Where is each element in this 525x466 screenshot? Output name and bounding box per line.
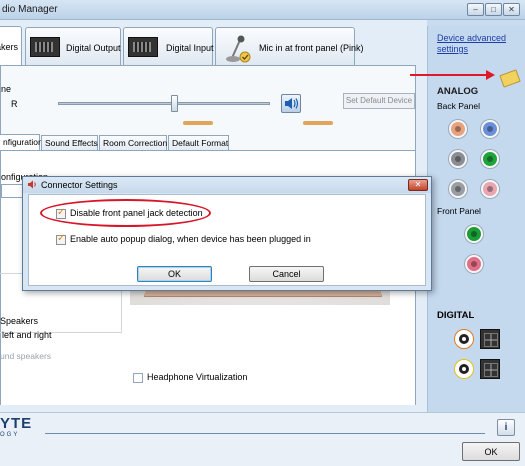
tab-digital-output-label: Digital Output bbox=[66, 43, 121, 53]
surround-speakers-option[interactable]: und speakers bbox=[0, 351, 51, 361]
front-jack-green[interactable] bbox=[465, 225, 483, 243]
optical-input-port[interactable] bbox=[480, 359, 500, 379]
subtab-sound-effects[interactable]: Sound Effects bbox=[41, 135, 98, 150]
info-button[interactable]: i bbox=[497, 419, 515, 436]
disable-front-panel-jack-detection-label: Disable front panel jack detection bbox=[70, 208, 203, 218]
dialog-ok-button[interactable]: OK bbox=[137, 266, 212, 282]
disable-front-panel-jack-detection-checkbox[interactable] bbox=[56, 207, 66, 219]
back-jack-green[interactable] bbox=[481, 150, 499, 168]
analog-heading: ANALOG bbox=[437, 86, 479, 97]
tab-digital-input-label: Digital Input bbox=[166, 43, 214, 53]
digital-input-icon bbox=[128, 37, 158, 57]
tab-digital-input[interactable]: Digital Input bbox=[123, 27, 214, 65]
connector-settings-dialog: Connector Settings ✕ Disable front panel… bbox=[22, 176, 432, 291]
annotation-arrow-line bbox=[410, 74, 488, 76]
optical-output-port[interactable] bbox=[480, 329, 500, 349]
subtab-room-correction[interactable]: Room Correction bbox=[99, 135, 167, 150]
back-jack-grey[interactable] bbox=[449, 150, 467, 168]
left-right-option[interactable]: left and right bbox=[2, 330, 52, 340]
connector-settings-folder-icon[interactable] bbox=[499, 69, 521, 88]
headphone-virtualization-checkbox[interactable] bbox=[133, 373, 143, 383]
digital-output-icon bbox=[30, 37, 60, 57]
dialog-cancel-button[interactable]: Cancel bbox=[249, 266, 324, 282]
back-jack-pink[interactable] bbox=[481, 180, 499, 198]
tab-speakers[interactable]: akers bbox=[0, 26, 22, 66]
annotation-arrow-head bbox=[486, 70, 495, 80]
coaxial-output-jack[interactable] bbox=[454, 329, 474, 349]
speaker-mute-button[interactable] bbox=[281, 94, 301, 113]
front-left-speaker-icon[interactable] bbox=[183, 121, 213, 125]
tab-mic-front-panel[interactable]: Mic in at front panel (Pink) bbox=[215, 27, 364, 65]
tab-digital-output[interactable]: Digital Output bbox=[25, 27, 121, 65]
set-default-device-button[interactable]: Set Default Device bbox=[343, 93, 415, 109]
front-panel-label: Front Panel bbox=[437, 206, 481, 216]
speaker-icon bbox=[285, 98, 299, 109]
close-button[interactable]: ✕ bbox=[503, 3, 520, 16]
digital-heading: DIGITAL bbox=[437, 310, 475, 321]
maximize-button[interactable]: □ bbox=[485, 3, 502, 16]
enable-auto-popup-label: Enable auto popup dialog, when device ha… bbox=[70, 234, 311, 244]
front-right-speaker-icon[interactable] bbox=[303, 121, 333, 125]
connector-side-panel: Device advanced settings ANALOG Back Pan… bbox=[427, 26, 525, 412]
dialog-close-button[interactable]: ✕ bbox=[408, 179, 428, 191]
subtab-default-format[interactable]: Default Format bbox=[168, 135, 229, 150]
dialog-title-bar[interactable]: Connector Settings ✕ bbox=[23, 177, 431, 193]
brand-logo-subtitle: OGY bbox=[0, 432, 20, 438]
dialog-speaker-icon bbox=[28, 180, 36, 189]
volume-slider-thumb[interactable] bbox=[171, 95, 179, 112]
speakers-group-title: Speakers bbox=[0, 316, 39, 326]
back-jack-peach[interactable] bbox=[449, 120, 467, 138]
subtab-speaker-configuration[interactable]: nfiguration bbox=[0, 134, 43, 150]
dialog-body: Disable front panel jack detection Enabl… bbox=[28, 194, 426, 286]
headphone-virtualization-label: Headphone Virtualization bbox=[147, 372, 248, 382]
device-advanced-settings-link[interactable]: Device advanced settings bbox=[437, 33, 517, 55]
volume-label: ne bbox=[1, 84, 12, 94]
volume-slider-track[interactable] bbox=[58, 102, 270, 105]
enable-auto-popup-checkbox[interactable] bbox=[56, 233, 66, 245]
front-jack-pink[interactable] bbox=[465, 255, 483, 273]
tab-speakers-label: akers bbox=[0, 42, 19, 52]
volume-channel-right-label: R bbox=[11, 99, 18, 109]
back-panel-label: Back Panel bbox=[437, 101, 480, 111]
dialog-title: Connector Settings bbox=[41, 180, 118, 190]
main-ok-button[interactable]: OK bbox=[462, 442, 520, 461]
microphone-icon bbox=[226, 35, 251, 63]
window-title: dio Manager bbox=[2, 4, 58, 15]
bottom-bar: YTE OGY i OK bbox=[0, 412, 525, 466]
back-jack-grey-2[interactable] bbox=[449, 180, 467, 198]
bottom-divider bbox=[45, 433, 485, 434]
title-bar[interactable]: dio Manager – □ ✕ bbox=[0, 0, 525, 20]
minimize-button[interactable]: – bbox=[467, 3, 484, 16]
back-jack-blue[interactable] bbox=[481, 120, 499, 138]
audio-manager-window: dio Manager – □ ✕ akers Digital Output D… bbox=[0, 0, 525, 466]
tab-mic-front-label: Mic in at front panel (Pink) bbox=[259, 43, 364, 53]
coaxial-input-jack[interactable] bbox=[454, 359, 474, 379]
brand-logo: YTE bbox=[0, 415, 33, 432]
